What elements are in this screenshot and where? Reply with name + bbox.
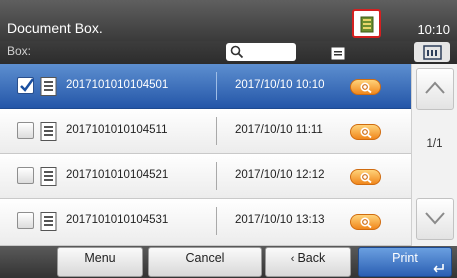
back-label: Back xyxy=(297,251,326,265)
file-row[interactable]: 2017101010104511 2017/10/10 11:11 xyxy=(0,109,411,154)
enter-icon xyxy=(433,264,444,273)
back-button[interactable]: ‹ Back xyxy=(265,247,351,277)
job-status-icon xyxy=(360,16,374,33)
page-indicator: 1/1 xyxy=(426,138,443,150)
file-date: 2017/10/10 12:12 xyxy=(235,169,325,181)
menu-button[interactable]: Menu xyxy=(57,247,143,277)
row-checkbox[interactable] xyxy=(17,167,34,184)
clock: 10:10 xyxy=(417,22,450,37)
header-bar: Document Box. 10:10 xyxy=(0,0,457,41)
column-divider xyxy=(216,117,217,145)
file-name: 2017101010104531 xyxy=(66,214,169,226)
magnifier-icon xyxy=(360,217,372,229)
document-icon xyxy=(40,167,57,186)
row-checkbox[interactable] xyxy=(17,212,34,229)
file-row[interactable]: 2017101010104531 2017/10/10 13:13 xyxy=(0,199,411,246)
magnifier-icon xyxy=(360,82,372,94)
chevron-up-icon xyxy=(425,81,445,94)
checkmark-icon xyxy=(20,78,35,92)
document-icon xyxy=(40,122,57,141)
row-checkbox[interactable] xyxy=(17,77,35,94)
scroll-panel: 1/1 xyxy=(411,64,457,246)
column-divider xyxy=(216,207,217,235)
magnifier-icon xyxy=(360,172,372,184)
row-checkbox[interactable] xyxy=(17,122,34,139)
file-row[interactable]: 2017101010104521 2017/10/10 12:12 xyxy=(0,154,411,199)
preview-button[interactable] xyxy=(350,169,381,185)
footer-bar: Menu Cancel ‹ Back Print xyxy=(0,246,457,278)
file-date: 2017/10/10 10:10 xyxy=(235,79,325,91)
magnifier-icon xyxy=(360,127,372,139)
document-icon xyxy=(40,212,57,231)
scroll-up-button[interactable] xyxy=(416,68,454,110)
search-icon xyxy=(230,45,244,59)
preview-button[interactable] xyxy=(350,79,381,95)
file-date: 2017/10/10 11:11 xyxy=(235,124,323,136)
preview-button[interactable] xyxy=(350,214,381,230)
file-name: 2017101010104521 xyxy=(66,169,169,181)
file-name: 2017101010104501 xyxy=(66,79,169,91)
box-label: Box: xyxy=(7,44,32,58)
chevron-down-icon xyxy=(425,212,445,225)
cancel-label: Cancel xyxy=(185,251,225,265)
list-view-icon[interactable] xyxy=(323,45,353,61)
scroll-down-button[interactable] xyxy=(416,198,454,240)
search-button[interactable] xyxy=(226,43,296,61)
file-row[interactable]: 2017101010104501 2017/10/10 10:10 xyxy=(0,64,411,109)
document-icon xyxy=(40,77,57,96)
thumbnail-view-icon xyxy=(423,45,442,60)
job-status-button[interactable] xyxy=(352,9,381,38)
print-label: Print xyxy=(392,251,418,265)
column-divider xyxy=(216,72,217,100)
file-date: 2017/10/10 13:13 xyxy=(235,214,325,226)
file-list: 2017101010104501 2017/10/10 10:10 201710… xyxy=(0,64,411,246)
cancel-button[interactable]: Cancel xyxy=(148,247,262,277)
menu-label: Menu xyxy=(84,251,116,265)
thumbnail-view-button[interactable] xyxy=(414,42,450,62)
subheader-bar: Box: xyxy=(0,41,457,64)
preview-button[interactable] xyxy=(350,124,381,140)
column-divider xyxy=(216,162,217,190)
print-button[interactable]: Print xyxy=(358,247,452,277)
file-name: 2017101010104511 xyxy=(66,124,168,136)
screen-title: Document Box. xyxy=(7,20,103,36)
chevron-left-icon: ‹ xyxy=(290,253,295,265)
